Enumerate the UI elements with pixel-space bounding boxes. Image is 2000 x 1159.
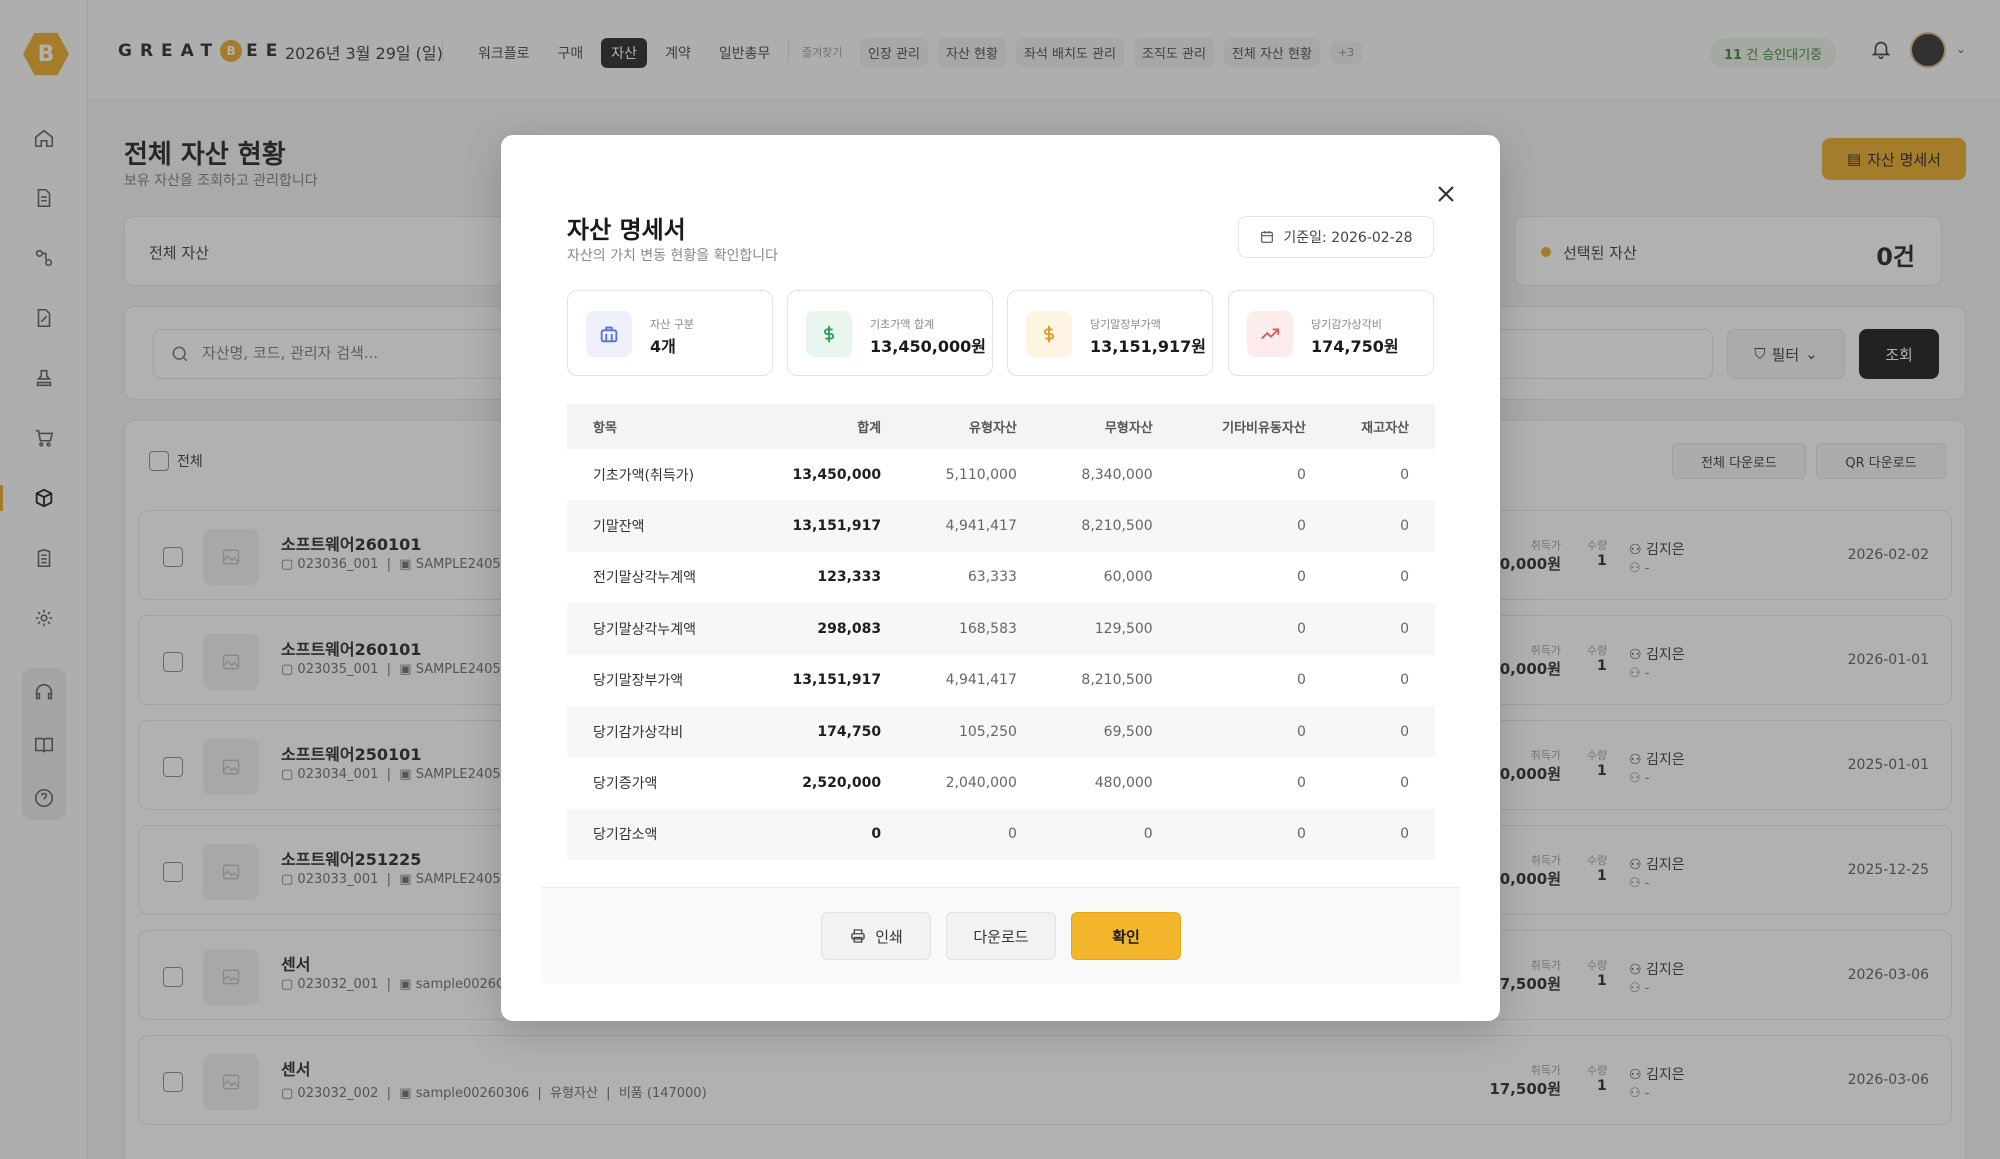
stat-value: 174,750원: [1311, 337, 1399, 356]
close-icon[interactable]: [1430, 178, 1462, 210]
table-row: 당기감가상각비 174,750 105,250 69,500 0 0: [567, 705, 1435, 758]
download-label: 다운로드: [973, 927, 1029, 946]
stat-book-value: 당기말장부가액 13,151,917원: [1007, 290, 1213, 376]
print-label: 인쇄: [875, 927, 903, 946]
cell-total: 0: [747, 808, 908, 861]
cell-item: 당기증가액: [593, 776, 658, 793]
cell-intangible: 129,500: [1042, 603, 1179, 655]
cell-inventory: 0: [1331, 500, 1435, 552]
cell-other-noncurrent: 0: [1296, 466, 1306, 483]
table-row: 당기증가액 2,520,000 2,040,000 480,000 0 0: [567, 757, 1435, 808]
cell-intangible: 8,210,500: [1042, 500, 1179, 552]
cell-item: 전기말상각누계액: [593, 570, 697, 587]
cell-tangible: 5,110,000: [945, 466, 1017, 483]
stat-value: 4개: [650, 337, 676, 356]
asset-statement-modal: 자산 명세서 자산의 가치 변동 현황을 확인합니다 기준일: 2026-02-…: [501, 135, 1500, 1021]
cell-other-noncurrent: 0: [1178, 705, 1332, 758]
cell-other-noncurrent: 0: [1296, 569, 1306, 586]
cell-other-noncurrent: 0: [1296, 672, 1306, 689]
cell-total: 13,151,917: [747, 500, 908, 552]
briefcase-icon: [586, 311, 632, 357]
print-button[interactable]: 인쇄: [821, 912, 931, 960]
modal-footer: 인쇄 다운로드 확인: [541, 887, 1460, 983]
modal-subtitle: 자산의 가치 변동 현황을 확인합니다: [567, 248, 778, 264]
cell-total: 174,750: [747, 705, 908, 758]
cell-intangible: 480,000: [1094, 775, 1153, 792]
printer-icon: [851, 929, 865, 943]
stat-value: 13,450,000원: [870, 337, 986, 356]
cell-total: 298,083: [747, 603, 908, 655]
cell-tangible: 105,250: [907, 705, 1043, 758]
cell-inventory: 0: [1331, 808, 1435, 861]
cell-inventory: 0: [1400, 672, 1409, 689]
cell-inventory: 0: [1331, 705, 1435, 758]
cell-inventory: 0: [1331, 603, 1435, 655]
col-item: 항목: [567, 404, 748, 449]
table-row: 기말잔액 13,151,917 4,941,417 8,210,500 0 0: [567, 500, 1435, 552]
statement-table: 항목 합계 유형자산 무형자산 기타비유동자산 재고자산 기초가액(취득가) 1…: [567, 404, 1435, 861]
cell-tangible: 4,941,417: [945, 672, 1017, 689]
cell-intangible: 8,210,500: [1081, 672, 1153, 689]
download-button[interactable]: 다운로드: [946, 912, 1056, 960]
table-row: 전기말상각누계액 123,333 63,333 60,000 0 0: [567, 552, 1435, 603]
cell-total: 13,450,000: [792, 466, 882, 483]
cell-inventory: 0: [1400, 775, 1409, 792]
cell-intangible: 8,340,000: [1081, 466, 1153, 483]
col-total: 합계: [747, 404, 908, 449]
table-row: 당기말상각누계액 298,083 168,583 129,500 0 0: [567, 603, 1435, 655]
cell-tangible: 168,583: [907, 603, 1043, 655]
cell-other-noncurrent: 0: [1178, 808, 1332, 861]
col-tangible: 유형자산: [907, 404, 1043, 449]
base-date-picker[interactable]: 기준일: 2026-02-28: [1238, 216, 1434, 258]
cell-total: 123,333: [817, 569, 882, 586]
stat-base-value-total: 기초가액 합계 13,450,000원: [787, 290, 993, 376]
cell-tangible: 0: [907, 808, 1043, 861]
cell-intangible: 60,000: [1103, 569, 1153, 586]
stat-depreciation: 당기감가상각비 174,750원: [1228, 290, 1434, 376]
col-inventory: 재고자산: [1331, 404, 1435, 449]
table-header-row: 항목 합계 유형자산 무형자산 기타비유동자산 재고자산: [567, 404, 1435, 449]
cell-other-noncurrent: 0: [1178, 500, 1332, 552]
cell-tangible: 63,333: [967, 569, 1017, 586]
table-row: 당기말장부가액 13,151,917 4,941,417 8,210,500 0…: [567, 655, 1435, 706]
cell-item: 기말잔액: [567, 500, 748, 552]
cell-item: 당기감소액: [567, 808, 748, 861]
col-other-noncurrent: 기타비유동자산: [1178, 404, 1332, 449]
confirm-button[interactable]: 확인: [1071, 912, 1181, 960]
cell-item: 당기말장부가액: [593, 673, 684, 690]
table-row: 기초가액(취득가) 13,450,000 5,110,000 8,340,000…: [567, 449, 1435, 500]
cell-tangible: 2,040,000: [945, 775, 1017, 792]
cell-item: 당기말상각누계액: [567, 603, 748, 655]
cell-item: 기초가액(취득가): [593, 467, 695, 484]
cell-total: 2,520,000: [802, 775, 882, 792]
confirm-label: 확인: [1112, 927, 1140, 946]
trend-icon: [1247, 311, 1293, 357]
cell-other-noncurrent: 0: [1296, 775, 1306, 792]
dollar-icon: [806, 311, 852, 357]
stat-asset-category: 자산 구분 4개: [567, 290, 773, 376]
cell-item: 당기감가상각비: [567, 705, 748, 758]
col-intangible: 무형자산: [1042, 404, 1179, 449]
stat-label: 당기감가상각비: [1311, 318, 1382, 331]
dollar-icon: [1026, 311, 1072, 357]
cell-tangible: 4,941,417: [907, 500, 1043, 552]
cell-total: 13,151,917: [792, 672, 882, 689]
cell-other-noncurrent: 0: [1178, 603, 1332, 655]
cell-intangible: 69,500: [1042, 705, 1179, 758]
calendar-icon: [1261, 231, 1274, 243]
cell-inventory: 0: [1400, 569, 1409, 586]
stat-value: 13,151,917원: [1090, 337, 1206, 356]
modal-title: 자산 명세서: [567, 216, 686, 244]
cell-inventory: 0: [1400, 466, 1409, 483]
stat-label: 기초가액 합계: [870, 318, 935, 331]
base-date-text: 기준일: 2026-02-28: [1283, 230, 1413, 246]
table-row: 당기감소액 0 0 0 0 0: [567, 808, 1435, 861]
cell-intangible: 0: [1042, 808, 1179, 861]
stat-label: 자산 구분: [650, 318, 694, 331]
stat-label: 당기말장부가액: [1090, 318, 1161, 331]
